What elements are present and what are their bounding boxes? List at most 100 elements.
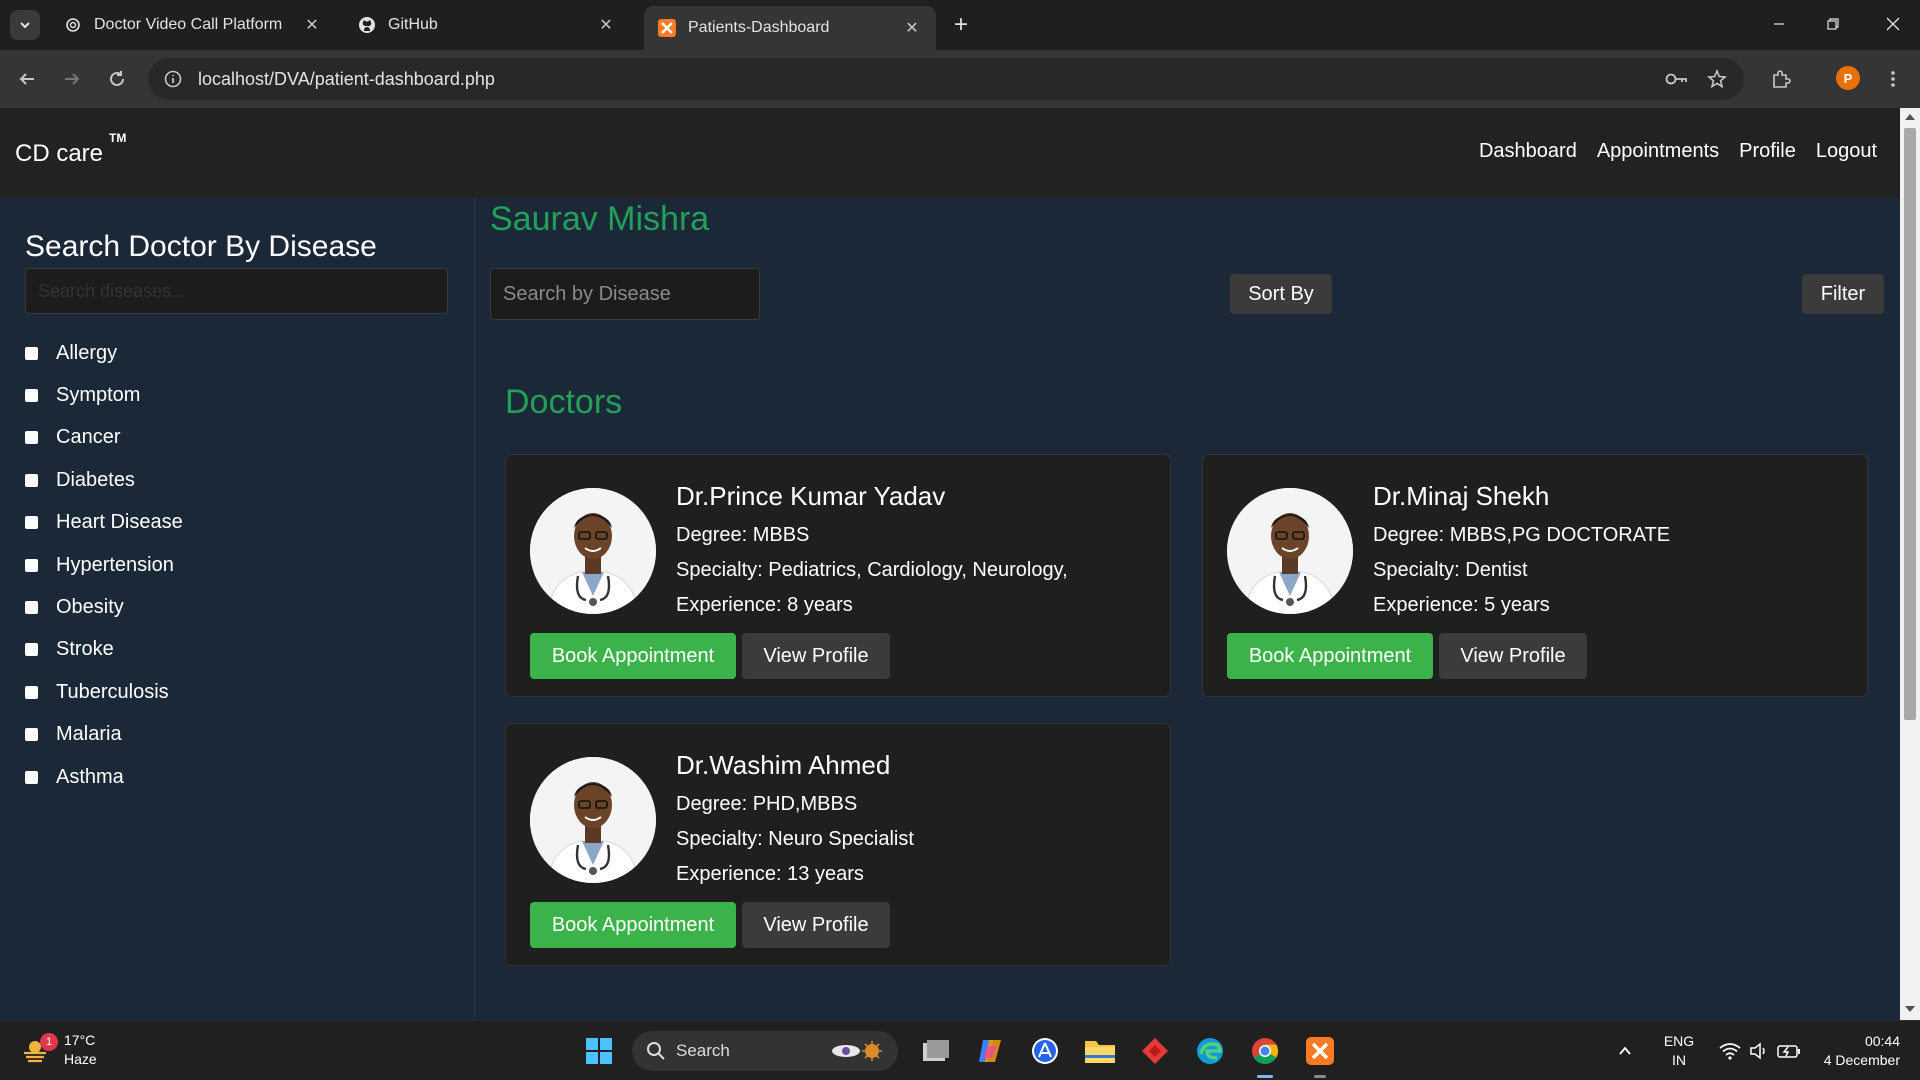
close-window-button[interactable] <box>1866 6 1920 42</box>
main-search-input[interactable] <box>490 268 760 320</box>
minimize-button[interactable] <box>1752 6 1806 42</box>
taskbar-search-box[interactable]: Search <box>632 1031 898 1071</box>
puzzle-icon <box>1773 70 1791 88</box>
disease-item-malaria[interactable]: Malaria <box>25 714 183 756</box>
disease-item-asthma[interactable]: Asthma <box>25 756 183 798</box>
disease-label: Diabetes <box>56 468 135 491</box>
notification-badge: 1 <box>40 1033 58 1051</box>
nav-link-appointments[interactable]: Appointments <box>1597 140 1719 163</box>
restore-button[interactable] <box>1806 6 1860 42</box>
doctor-degree: Degree: MBBS <box>676 524 810 546</box>
start-button[interactable] <box>581 1033 617 1069</box>
scroll-down-arrow[interactable] <box>1905 1006 1915 1012</box>
sort-by-button[interactable]: Sort By <box>1230 274 1332 314</box>
forward-button[interactable] <box>55 62 89 96</box>
checkbox[interactable] <box>25 389 38 403</box>
site-info-icon[interactable] <box>162 68 184 90</box>
checkbox[interactable] <box>25 516 38 530</box>
menu-button[interactable] <box>1876 62 1910 96</box>
checkbox[interactable] <box>25 685 38 699</box>
brand-name: CD care <box>15 140 104 167</box>
doctor-specialty: Specialty: Dentist <box>1373 559 1528 581</box>
scroll-up-arrow[interactable] <box>1905 114 1915 120</box>
close-icon[interactable]: ✕ <box>596 15 616 35</box>
page-scrollbar[interactable] <box>1900 108 1920 1020</box>
language-indicator[interactable]: ENG IN <box>1662 1032 1696 1070</box>
nav-link-logout[interactable]: Logout <box>1816 140 1877 163</box>
disease-item-hypertension[interactable]: Hypertension <box>25 544 183 586</box>
view-profile-button[interactable]: View Profile <box>742 633 890 679</box>
search-icon <box>647 1042 665 1060</box>
back-button[interactable] <box>10 62 44 96</box>
disease-item-symptom[interactable]: Symptom <box>25 374 183 416</box>
weather-temperature: 17°C <box>64 1032 96 1048</box>
copilot-button[interactable] <box>972 1033 1008 1069</box>
reload-icon <box>110 71 124 86</box>
disease-item-heart-disease[interactable]: Heart Disease <box>25 502 183 544</box>
nav-link-dashboard[interactable]: Dashboard <box>1479 140 1577 163</box>
view-profile-button[interactable]: View Profile <box>742 902 890 948</box>
view-profile-button[interactable]: View Profile <box>1439 633 1587 679</box>
disease-item-diabetes[interactable]: Diabetes <box>25 459 183 501</box>
edge-button[interactable] <box>1192 1033 1228 1069</box>
running-app-indicator <box>1314 1075 1326 1078</box>
checkbox[interactable] <box>25 643 38 657</box>
tab-title: Patients-Dashboard <box>688 19 830 36</box>
browser-tab-bar: Doctor Video Call Platform ✕ GitHub ✕ Pa… <box>0 0 1920 50</box>
disease-item-allergy[interactable]: Allergy <box>25 332 183 374</box>
plus-icon: + <box>953 11 968 38</box>
password-key-icon[interactable] <box>1660 62 1694 96</box>
disease-search-input[interactable] <box>25 268 448 314</box>
reload-button[interactable] <box>100 62 134 96</box>
task-view-button[interactable] <box>918 1033 954 1069</box>
checkbox[interactable] <box>25 770 38 784</box>
book-appointment-button[interactable]: Book Appointment <box>530 902 736 948</box>
profile-avatar[interactable]: P <box>1836 66 1860 90</box>
checkbox[interactable] <box>25 728 38 742</box>
tab-github[interactable]: GitHub ✕ <box>344 6 630 44</box>
nav-link-profile[interactable]: Profile <box>1739 140 1796 163</box>
new-tab-button[interactable]: + <box>946 10 976 40</box>
clock[interactable]: 00:44 4 December <box>1810 1032 1900 1070</box>
close-icon[interactable]: ✕ <box>302 15 322 35</box>
show-hidden-icons-button[interactable] <box>1610 1033 1640 1069</box>
openai-icon <box>64 16 82 34</box>
checkbox[interactable] <box>25 601 38 615</box>
weather-widget[interactable]: 1 17°C Haze <box>20 1031 97 1069</box>
checkbox[interactable] <box>25 558 38 572</box>
filter-button[interactable]: Filter <box>1802 274 1884 314</box>
book-appointment-button[interactable]: Book Appointment <box>530 633 736 679</box>
doctor-experience: Experience: 8 years <box>676 594 853 616</box>
tab-doctor-video-call[interactable]: Doctor Video Call Platform ✕ <box>50 6 336 44</box>
taskbar-search-label: Search <box>676 1041 730 1060</box>
doctor-degree: Degree: PHD,MBBS <box>676 793 858 815</box>
search-highlight-icon <box>830 1039 886 1068</box>
anydesk-button[interactable] <box>1137 1033 1173 1069</box>
disease-item-tuberculosis[interactable]: Tuberculosis <box>25 671 183 713</box>
file-explorer-button[interactable] <box>1082 1033 1118 1069</box>
diamond-app-icon <box>1142 1038 1168 1064</box>
close-icon[interactable]: ✕ <box>902 18 922 38</box>
sidebar-title: Search Doctor By Disease <box>25 230 377 263</box>
app-store-button[interactable] <box>1027 1033 1063 1069</box>
address-bar[interactable]: localhost/DVA/patient-dashboard.php <box>148 58 1744 100</box>
checkbox[interactable] <box>25 473 38 487</box>
disease-item-obesity[interactable]: Obesity <box>25 586 183 628</box>
xampp-button[interactable] <box>1302 1033 1338 1069</box>
tab-patients-dashboard[interactable]: Patients-Dashboard ✕ <box>644 6 936 50</box>
system-status-button[interactable] <box>1710 1033 1810 1069</box>
doctor-card: Dr.Prince Kumar Yadav Degree: MBBS Speci… <box>505 454 1171 697</box>
language-code: ENG <box>1663 1033 1695 1049</box>
brand-logo[interactable]: CD care TM <box>15 131 126 168</box>
chrome-button[interactable] <box>1247 1033 1283 1069</box>
disease-item-stroke[interactable]: Stroke <box>25 629 183 671</box>
bookmark-star-icon[interactable] <box>1700 62 1734 96</box>
disease-item-cancer[interactable]: Cancer <box>25 417 183 459</box>
extensions-button[interactable] <box>1764 62 1798 96</box>
book-appointment-button[interactable]: Book Appointment <box>1227 633 1433 679</box>
checkbox[interactable] <box>25 346 38 360</box>
checkbox[interactable] <box>25 431 38 445</box>
scrollbar-thumb[interactable] <box>1904 128 1916 720</box>
tab-search-button[interactable] <box>10 10 40 40</box>
doctor-experience: Experience: 5 years <box>1373 594 1550 616</box>
